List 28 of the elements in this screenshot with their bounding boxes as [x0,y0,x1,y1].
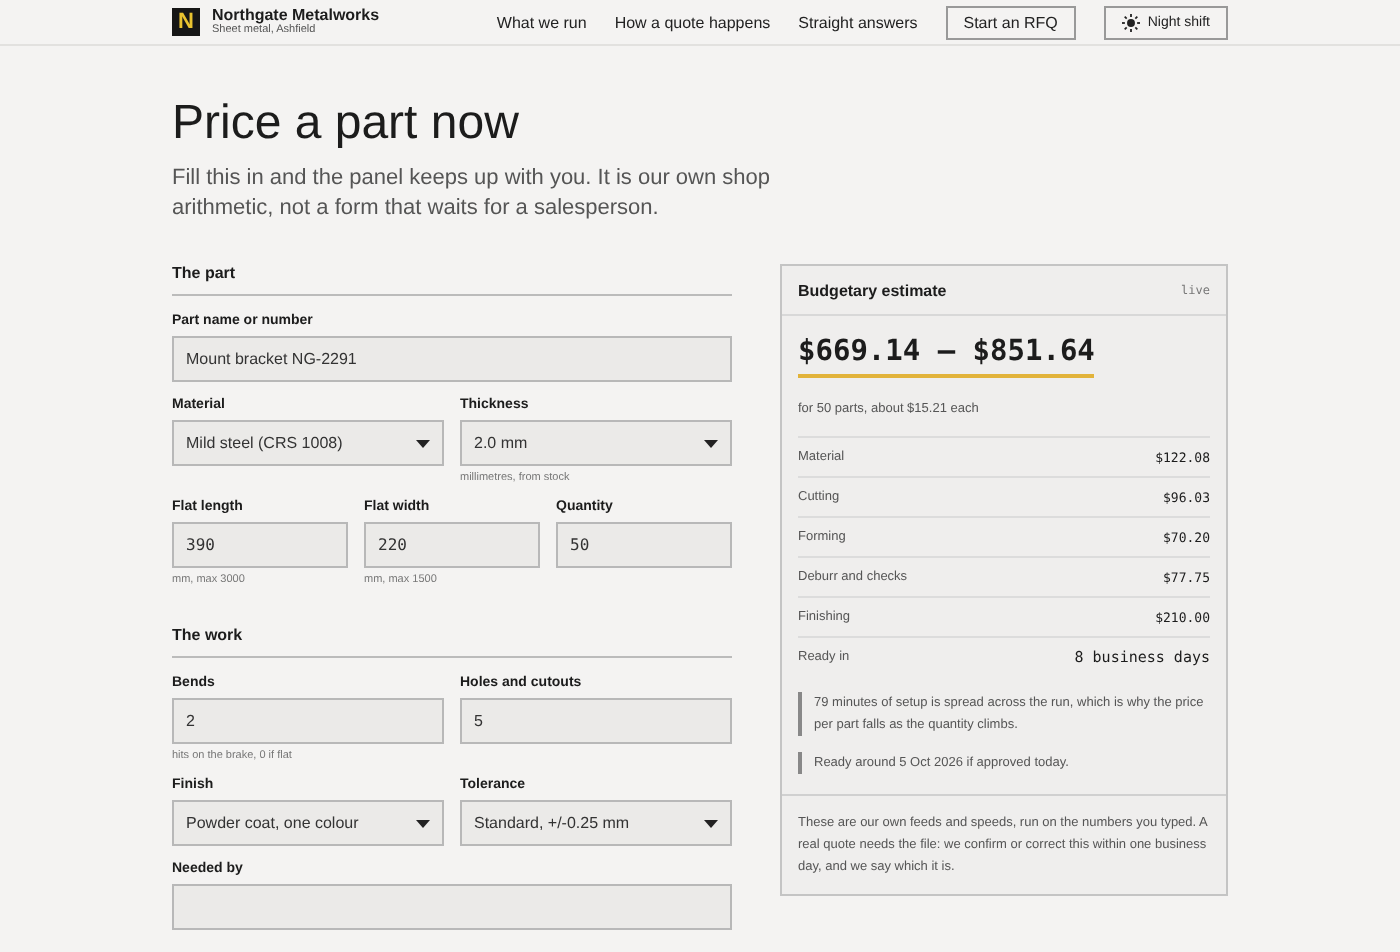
nav-link[interactable]: How a quote happens [614,13,771,31]
input-field[interactable]: 50 [556,522,732,568]
input-field[interactable] [172,884,732,930]
nav-link[interactable]: Straight answers [798,13,918,31]
logo-icon: N [172,8,200,36]
dropdown[interactable]: Powder coat, one colour [172,800,444,846]
caret-icon [416,439,430,447]
section-heading: The part [172,264,732,296]
dropdown[interactable]: Standard, +/-0.25 mm [460,800,732,846]
intro-text: Fill this in and the panel keeps up with you. It is our own shop arithmetic, not a form that waits for a salesperson. [172,164,773,224]
input-field[interactable]: 220 [364,522,540,568]
panel-title: Budgetary estimate [798,282,947,300]
input-field[interactable]: 390 [172,522,348,568]
start-rfq-button[interactable]: Start an RFQ [945,5,1076,39]
price-range: $669.14 – $851.64 [798,336,1095,378]
dropdown[interactable]: 2.0 mm [460,420,732,466]
page-title: Price a part now [172,96,521,152]
input-field[interactable]: 2 [172,698,444,744]
input-field[interactable]: 5 [460,698,732,744]
brand-name: Northgate Metalworks [212,6,380,24]
sun-icon [1121,13,1140,31]
section-heading: The work [172,626,732,658]
nav-link[interactable]: What we run [496,13,587,31]
dropdown[interactable]: Mild steel (CRS 1008) [172,420,444,466]
caret-icon [704,439,718,447]
caret-icon [704,819,718,827]
caret-icon [416,819,430,827]
input-field[interactable]: Mount bracket NG-2291 [172,336,732,382]
